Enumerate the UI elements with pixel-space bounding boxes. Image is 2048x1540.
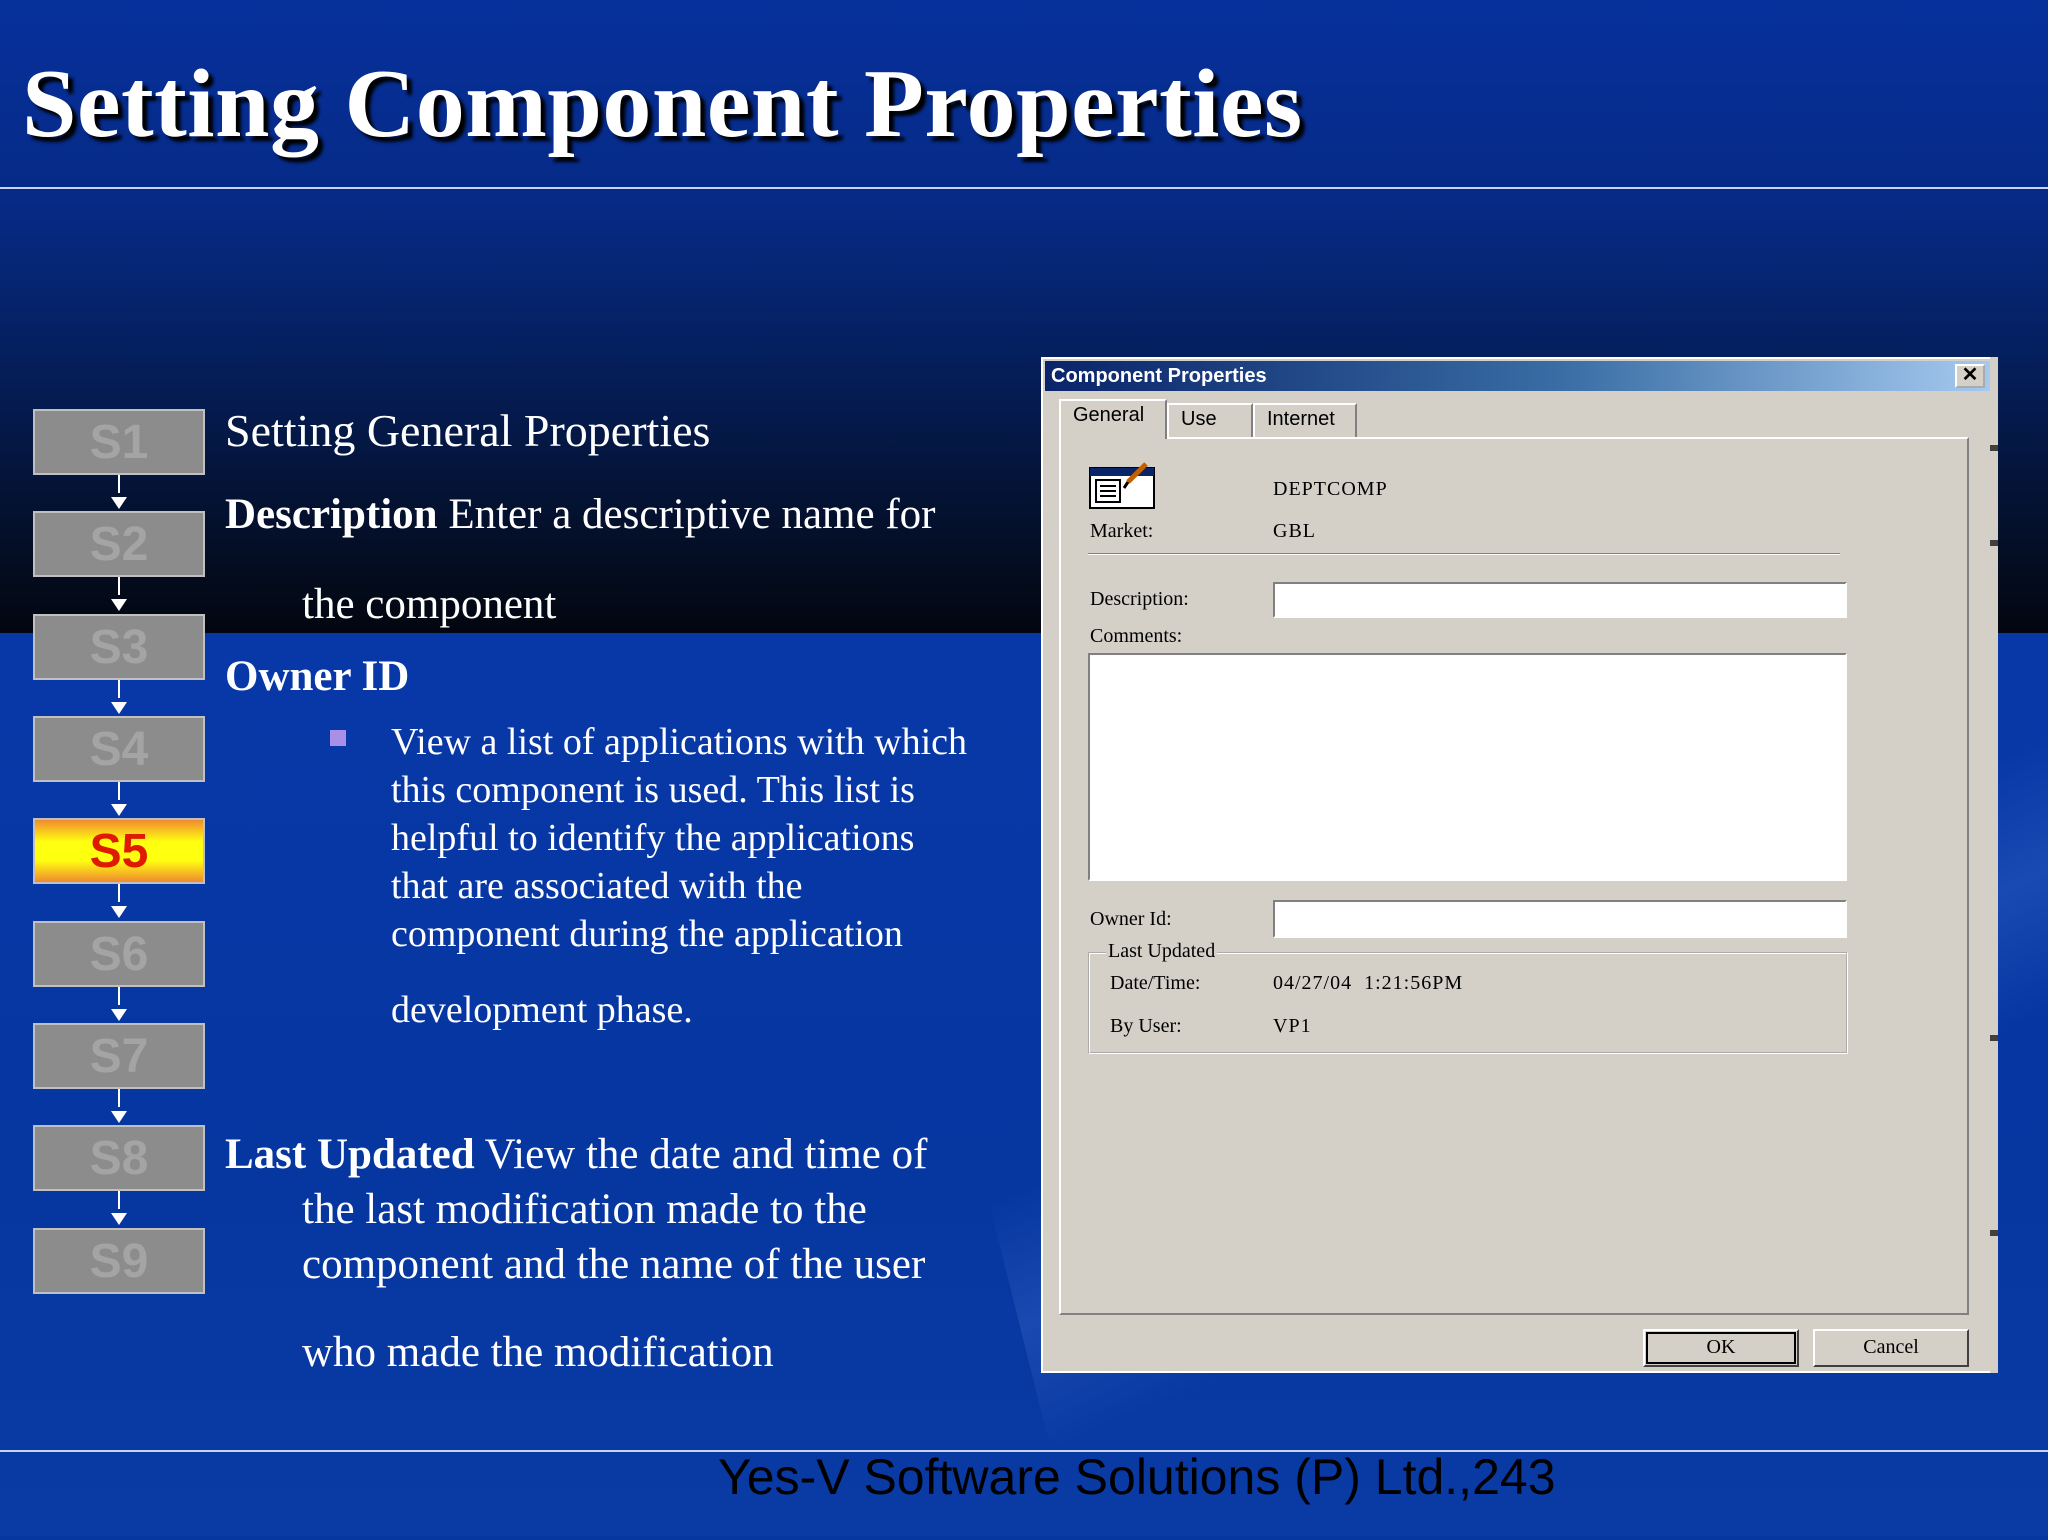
comments-label: Comments:	[1090, 625, 1183, 647]
square-bullet-icon	[330, 730, 346, 746]
datetime-label: Date/Time:	[1110, 972, 1201, 994]
description-input[interactable]	[1273, 582, 1847, 618]
owner-line-4: that are associated with the	[391, 865, 803, 907]
arrow-down-icon	[111, 599, 127, 611]
owner-line-6: development phase.	[391, 989, 693, 1031]
description-line: Description Enter a descriptive name for	[225, 490, 935, 539]
step-connector	[118, 782, 120, 800]
last-updated-group-title: Last Updated	[1106, 940, 1218, 963]
step-connector	[118, 475, 120, 493]
last-updated-term: Last Updated	[225, 1131, 475, 1178]
last-updated-groupbox	[1088, 952, 1848, 1054]
by-user-label: By User:	[1110, 1015, 1182, 1037]
arrow-down-icon	[111, 1213, 127, 1225]
tab-internet[interactable]: Internet	[1253, 403, 1357, 437]
tab-general[interactable]: General	[1059, 399, 1167, 439]
last-updated-line-3: component and the name of the user	[302, 1241, 926, 1288]
description-label: Description:	[1090, 588, 1189, 610]
last-updated-line: Last Updated View the date and time of	[225, 1130, 927, 1179]
last-updated-line-4: who made the modification	[302, 1329, 774, 1376]
datetime-value: 04/27/04 1:21:56PM	[1273, 972, 1464, 994]
edge-marker	[1990, 1035, 1998, 1041]
step-connector	[118, 577, 120, 595]
last-updated-text: View the date and time of	[474, 1131, 928, 1178]
step-s5-active[interactable]: S5	[33, 818, 205, 884]
step-s4[interactable]: S4	[33, 716, 205, 782]
owner-line-5: component during the application	[391, 913, 903, 955]
step-connector	[118, 1191, 120, 1209]
arrow-down-icon	[111, 1111, 127, 1123]
comments-textarea[interactable]	[1088, 653, 1847, 881]
last-updated-line-2: the last modification made to the	[302, 1186, 867, 1233]
dialog-right-edge	[1990, 357, 1998, 1373]
description-continuation: the component	[302, 581, 557, 628]
cancel-button[interactable]: Cancel	[1813, 1329, 1969, 1367]
description-term: Description	[225, 491, 438, 538]
arrow-down-icon	[111, 804, 127, 816]
step-connector	[118, 987, 120, 1005]
step-s7[interactable]: S7	[33, 1023, 205, 1089]
owner-line-1: View a list of applications with which	[391, 721, 968, 763]
edge-marker	[1990, 445, 1998, 451]
owner-line-3: helpful to identify the applications	[391, 817, 915, 859]
by-user-value: VP1	[1273, 1015, 1312, 1037]
step-connector	[118, 680, 120, 698]
edge-marker	[1990, 1230, 1998, 1236]
close-icon[interactable]: ✕	[1955, 364, 1985, 388]
step-s2[interactable]: S2	[33, 511, 205, 577]
dialog-titlebar[interactable]: Component Properties ✕	[1045, 361, 1993, 391]
owner-line-2: this component is used. This list is	[391, 769, 915, 811]
arrow-down-icon	[111, 702, 127, 714]
title-divider	[0, 187, 2048, 189]
ok-button[interactable]: OK	[1643, 1329, 1799, 1367]
step-s9[interactable]: S9	[33, 1228, 205, 1294]
arrow-down-icon	[111, 497, 127, 509]
slide-title: Setting Component Properties	[22, 50, 1303, 158]
section-heading: Setting General Properties	[225, 405, 711, 456]
arrow-down-icon	[111, 1009, 127, 1021]
step-connector	[118, 1089, 120, 1107]
arrow-down-icon	[111, 906, 127, 918]
footer-text: Yes-V Software Solutions (P) Ltd.,243	[718, 1449, 1556, 1505]
step-s1[interactable]: S1	[33, 409, 205, 475]
step-connector	[118, 884, 120, 902]
edge-marker	[1990, 540, 1998, 546]
owner-id-dropdown[interactable]	[1273, 900, 1847, 938]
market-value: GBL	[1273, 520, 1316, 542]
step-s6[interactable]: S6	[33, 921, 205, 987]
dialog-title: Component Properties	[1051, 365, 1267, 387]
owner-id-label: Owner Id:	[1090, 908, 1172, 930]
tab-use[interactable]: Use	[1167, 403, 1253, 437]
market-label: Market:	[1090, 520, 1154, 542]
header-separator	[1088, 553, 1840, 555]
description-text: Enter a descriptive name for	[437, 491, 936, 538]
step-s8[interactable]: S8	[33, 1125, 205, 1191]
component-name-value: DEPTCOMP	[1273, 478, 1388, 500]
owner-id-term: Owner ID	[225, 653, 410, 700]
component-icon	[1089, 462, 1155, 509]
step-s3[interactable]: S3	[33, 614, 205, 680]
